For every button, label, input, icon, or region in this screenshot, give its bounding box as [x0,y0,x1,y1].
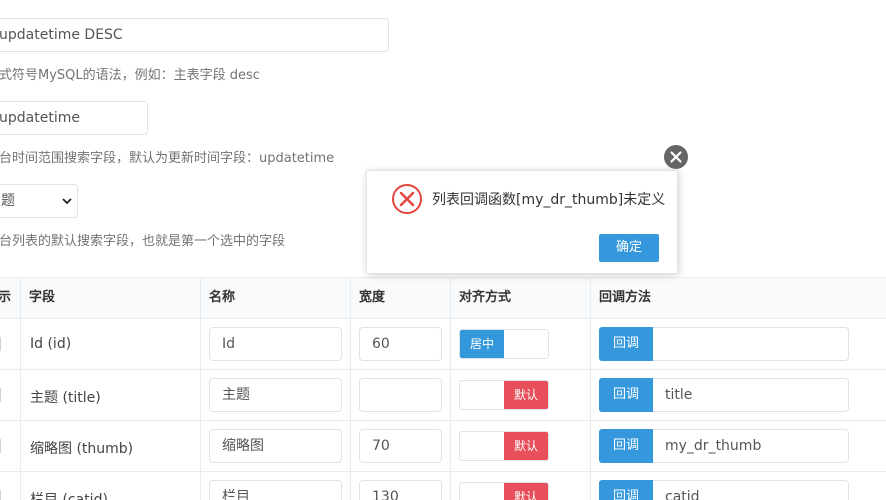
align-toggle-label: 默认 [504,381,548,409]
callback-input-value: catid [665,489,700,500]
callback-input[interactable]: title [653,378,849,412]
order-input-value: updatetime DESC [0,27,123,43]
time-field-input[interactable]: updatetime [0,101,148,135]
time-help-text: 后台时间范围搜索字段，默认为更新时间字段：updatetime [0,151,335,166]
header-width: 宽度 [359,290,386,305]
error-dialog: 列表回调函数[my_dr_thumb]未定义 确定 [366,170,678,274]
align-toggle[interactable]: 默认 [459,482,549,500]
error-circle-icon [392,184,422,214]
header-align: 对齐方式 [459,290,512,305]
field-label: Id (id) [30,336,72,352]
width-input-value: 130 [372,489,399,500]
field-config-table: 显示 字段 名称 宽度 对齐方式 回调方法 Id (id) Id 60 居中 回… [0,277,886,500]
callback-button[interactable]: 回调 [599,327,653,361]
callback-input[interactable] [653,327,849,361]
name-input-value: 主题 [222,387,250,403]
header-show: 显示 [0,290,12,305]
show-checkbox[interactable] [0,490,1,500]
name-input-value: 缩略图 [222,438,264,454]
chevron-down-icon [62,198,72,205]
table-row: 主题 (title) 主题 默认 回调 title [0,370,886,421]
show-checkbox[interactable] [0,388,1,402]
show-checkbox[interactable] [0,439,1,453]
table-row: Id (id) Id 60 居中 回调 [0,319,886,370]
search-help-text: 后台列表的默认搜索字段，也就是第一个选中的字段 [0,234,286,249]
show-checkbox[interactable] [0,337,1,351]
width-input-value: 70 [372,438,390,454]
width-input[interactable]: 70 [359,429,442,463]
name-input-value: 栏目 [222,489,250,500]
width-input[interactable]: 60 [359,327,442,361]
close-icon[interactable] [664,145,688,169]
field-label: 缩略图 (thumb) [30,441,134,457]
table-row: 栏目 (catid) 栏目 130 默认 回调 catid [0,472,886,500]
table-header: 显示 字段 名称 宽度 对齐方式 回调方法 [0,278,886,319]
time-field-value: updatetime [0,110,80,126]
field-label: 栏目 (catid) [30,492,108,500]
header-field: 字段 [29,290,56,305]
align-toggle[interactable]: 默认 [459,431,549,461]
name-input[interactable]: 缩略图 [209,429,342,463]
name-input[interactable]: 主题 [209,378,342,412]
search-field-select[interactable]: 主题 [0,184,78,218]
order-help-text: 格式符号MySQL的语法，例如：主表字段 desc [0,68,260,83]
callback-button[interactable]: 回调 [599,429,653,463]
callback-button[interactable]: 回调 [599,480,653,500]
width-input-value: 60 [372,336,390,352]
name-input[interactable]: 栏目 [209,480,342,500]
align-toggle[interactable]: 默认 [459,380,549,410]
field-label: 主题 (title) [30,390,101,406]
align-toggle-label: 居中 [460,330,504,358]
align-toggle[interactable]: 居中 [459,329,549,359]
callback-input-value: my_dr_thumb [665,438,762,454]
callback-input-value: title [665,387,693,403]
confirm-button[interactable]: 确定 [599,234,659,262]
name-input-value: Id [222,336,236,352]
width-input[interactable] [359,378,442,412]
align-toggle-label: 默认 [504,432,548,460]
name-input[interactable]: Id [209,327,342,361]
width-input[interactable]: 130 [359,480,442,500]
callback-input[interactable]: my_dr_thumb [653,429,849,463]
dialog-message: 列表回调函数[my_dr_thumb]未定义 [432,192,666,208]
header-callback: 回调方法 [599,290,652,305]
align-toggle-label: 默认 [504,483,548,500]
table-row: 缩略图 (thumb) 缩略图 70 默认 回调 my_dr_thumb [0,421,886,472]
order-input[interactable]: updatetime DESC [0,18,389,52]
callback-button[interactable]: 回调 [599,378,653,412]
header-name: 名称 [209,290,236,305]
search-field-value: 主题 [0,193,15,209]
callback-input[interactable]: catid [653,480,849,500]
